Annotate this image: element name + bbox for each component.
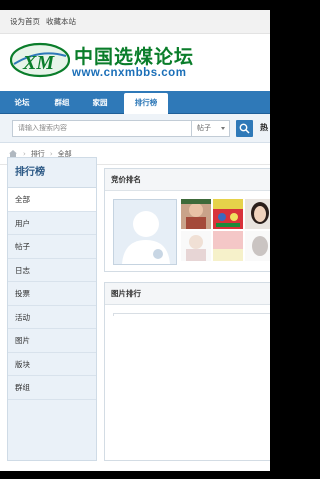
logo-icon[interactable]: XM	[10, 42, 70, 78]
search-bar: 请输入搜索内容 帖子 热	[0, 114, 270, 143]
sidebar-item-polls[interactable]: 投票	[8, 282, 96, 306]
user-photo-thumb[interactable]	[245, 199, 270, 229]
chevron-down-icon	[221, 127, 225, 130]
sidebar-item-events[interactable]: 活动	[8, 306, 96, 329]
site-url: www.cnxmbbs.com	[72, 67, 187, 79]
search-scope-select[interactable]: 帖子	[192, 120, 230, 137]
tab-ranking[interactable]: 排行榜	[124, 93, 168, 114]
ranking-sidebar: 排行榜 全部 用户 帖子 日志 投票 活动 图片 版块 群组	[7, 157, 97, 461]
user-photo-thumb[interactable]	[245, 231, 270, 261]
tab-home[interactable]: 家园	[88, 94, 112, 112]
page: 设为首页 收藏本站 XM 中国选煤论坛 www.cnxmbbs.com 论坛 群…	[0, 10, 270, 471]
hot-searches-label: 热	[260, 123, 268, 132]
image-ranking-panel: 图片排行	[104, 282, 270, 461]
avatar[interactable]	[113, 199, 177, 265]
sidebar-item-users[interactable]: 用户	[8, 212, 96, 235]
logo-mark-text: XM	[22, 52, 55, 74]
main-nav: 论坛 群组 家园 排行榜	[0, 91, 270, 114]
image-list-frame	[113, 313, 270, 316]
search-icon	[239, 123, 250, 134]
sidebar-title: 排行榜	[8, 158, 96, 188]
user-photo-thumb[interactable]	[181, 199, 211, 229]
sidebar-item-posts[interactable]: 帖子	[8, 235, 96, 259]
top-links-bar: 设为首页 收藏本站	[0, 10, 270, 34]
sidebar-item-all[interactable]: 全部	[8, 188, 96, 212]
add-favorite-link[interactable]: 收藏本站	[46, 16, 76, 27]
user-photo-thumb[interactable]	[181, 231, 211, 261]
bottom-bar	[0, 471, 270, 479]
site-header: XM 中国选煤论坛 www.cnxmbbs.com	[0, 34, 270, 91]
user-photo-thumb[interactable]	[213, 199, 243, 229]
user-photo-thumb[interactable]	[213, 231, 243, 261]
bid-ranking-title: 竞价排名	[105, 169, 270, 191]
sidebar-item-pictures[interactable]: 图片	[8, 329, 96, 353]
sidebar-item-blogs[interactable]: 日志	[8, 259, 96, 282]
status-bar	[0, 0, 270, 10]
site-title: 中国选煤论坛	[74, 46, 195, 68]
search-input[interactable]: 请输入搜索内容	[12, 120, 192, 137]
sidebar-item-groups[interactable]: 群组	[8, 376, 96, 400]
default-avatar-icon	[122, 211, 170, 264]
set-homepage-link[interactable]: 设为首页	[10, 16, 40, 27]
search-scope-value: 帖子	[197, 124, 211, 132]
image-ranking-title: 图片排行	[105, 283, 270, 305]
bid-ranking-panel: 竞价排名	[104, 168, 270, 272]
tab-forum[interactable]: 论坛	[10, 94, 34, 112]
tab-groups[interactable]: 群组	[50, 94, 74, 112]
sidebar-item-boards[interactable]: 版块	[8, 353, 96, 376]
search-button[interactable]	[236, 120, 253, 137]
